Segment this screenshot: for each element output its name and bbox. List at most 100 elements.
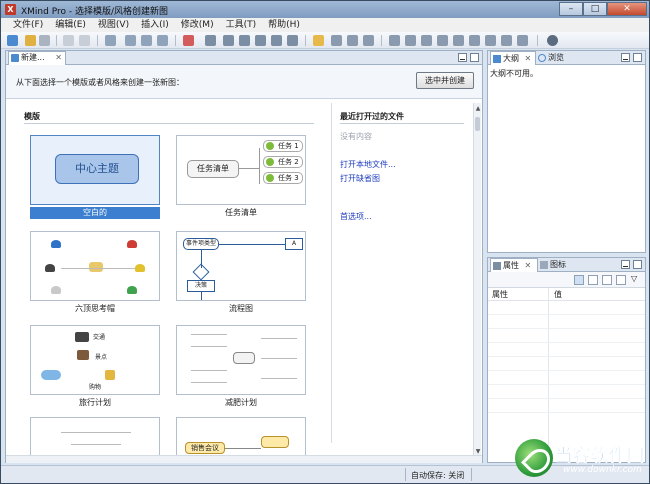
undo-icon[interactable] <box>63 35 74 46</box>
new-icon[interactable] <box>7 35 18 46</box>
maximize-button[interactable]: □ <box>583 2 607 16</box>
sort-icon[interactable] <box>588 275 598 285</box>
template-blank[interactable]: 中心主题 空白的 <box>30 135 160 219</box>
minimize-pane-icon[interactable] <box>621 53 630 62</box>
flow-end-node: A <box>285 238 303 250</box>
tab-icons[interactable]: 图标 <box>538 258 578 272</box>
pencil-icon[interactable] <box>223 35 234 46</box>
close-tab-icon[interactable]: ✕ <box>525 54 532 63</box>
template-project-plan[interactable] <box>30 417 160 455</box>
branch-line <box>71 444 121 445</box>
tab-properties[interactable]: 属性 ✕ <box>490 258 538 272</box>
note-icon[interactable] <box>255 35 266 46</box>
label-icon[interactable] <box>437 35 448 46</box>
menu-edit[interactable]: 编辑(E) <box>49 18 92 32</box>
template-six-thinking-hats[interactable]: 六顶思考帽 <box>30 231 160 315</box>
close-tab-icon[interactable]: ✕ <box>55 52 62 64</box>
preferences-link[interactable]: 首选项... <box>340 211 372 222</box>
drill-down-icon[interactable] <box>469 35 480 46</box>
connector-line <box>225 448 261 449</box>
progress-icon <box>266 158 274 166</box>
template-travel-plan[interactable]: 交通 景点 购物 旅行计划 <box>30 325 160 409</box>
maximize-pane-icon[interactable] <box>633 53 642 62</box>
task-node-label: 任务 3 <box>278 174 299 182</box>
title-bar[interactable]: X XMind Pro - 选择模版/风格创建新图 – □ ✕ <box>1 1 649 18</box>
menu-bar: 文件(F) 编辑(E) 视图(V) 插入(I) 修改(M) 工具(T) 帮助(H… <box>1 18 649 32</box>
hyperlink-icon[interactable] <box>239 35 250 46</box>
marker-icon[interactable] <box>183 35 194 46</box>
template-task-list[interactable]: 任务清单 任务 1 任务 2 任务 3 任务清单 <box>176 135 306 219</box>
minimize-pane-icon[interactable] <box>621 260 630 269</box>
template-flowchart[interactable]: 事件项类型 A 决策 流程图 <box>176 231 306 315</box>
theme-icon[interactable] <box>287 35 298 46</box>
menu-file[interactable]: 文件(F) <box>7 18 49 32</box>
boundary-icon[interactable] <box>157 35 168 46</box>
save-icon[interactable] <box>39 35 50 46</box>
vertical-scrollbar[interactable]: ▲ ▼ <box>473 103 481 458</box>
maximize-pane-icon[interactable] <box>633 260 642 269</box>
toolbar-separator <box>381 35 382 46</box>
template-diet-plan[interactable]: 减肥计划 <box>176 325 306 409</box>
filter-icon[interactable] <box>616 275 626 285</box>
subtopic-icon[interactable] <box>125 35 136 46</box>
outline-pane: 大纲 ✕ 浏览 大纲不可用。 <box>487 50 646 253</box>
tab-new[interactable]: 新建... ✕ <box>8 51 66 65</box>
select-and-create-button[interactable]: 选中并创建 <box>416 72 474 89</box>
summary-icon[interactable] <box>405 35 416 46</box>
view-menu-icon[interactable]: ▽ <box>631 274 637 283</box>
menu-tools[interactable]: 工具(T) <box>220 18 263 32</box>
defaults-icon[interactable] <box>602 275 612 285</box>
lightbulb-icon[interactable] <box>331 35 342 46</box>
open-icon[interactable] <box>25 35 36 46</box>
insert-topic-icon[interactable] <box>105 35 116 46</box>
branch-line <box>261 358 297 359</box>
minimize-pane-icon[interactable] <box>458 53 467 62</box>
properties-pane: 属性 ✕ 图标 ▽ 属性 值 <box>487 257 646 463</box>
style-icon[interactable] <box>271 35 282 46</box>
template-label: 六顶思考帽 <box>75 304 115 313</box>
presentation-icon[interactable] <box>347 35 358 46</box>
horizontal-scrollbar[interactable] <box>6 455 482 463</box>
zoom-icon[interactable] <box>501 35 512 46</box>
properties-icon <box>493 262 501 270</box>
cloud-icon <box>41 370 61 380</box>
relationship-icon[interactable] <box>389 35 400 46</box>
scroll-up-icon[interactable]: ▲ <box>474 105 482 113</box>
menu-modify[interactable]: 修改(M) <box>175 18 220 32</box>
minimize-button[interactable]: – <box>559 2 583 16</box>
export-icon[interactable] <box>517 35 528 46</box>
tab-outline[interactable]: 大纲 ✕ <box>490 51 536 65</box>
template-thumbnail: 交通 景点 购物 <box>30 325 160 395</box>
xmind-app-icon[interactable]: X <box>5 4 16 15</box>
tab-overview[interactable]: 浏览 <box>536 51 576 65</box>
map-icon[interactable] <box>363 35 374 46</box>
callout-icon[interactable] <box>421 35 432 46</box>
template-sales-meeting[interactable]: 销售会议 <box>176 417 306 455</box>
autosave-status[interactable]: 自动保存: 关闭 <box>411 470 464 481</box>
menu-help[interactable]: 帮助(H) <box>262 18 306 32</box>
close-tab-icon[interactable]: ✕ <box>525 261 532 270</box>
redo-icon[interactable] <box>79 35 90 46</box>
menu-view[interactable]: 视图(V) <box>92 18 135 32</box>
open-local-file-link[interactable]: 打开本地文件... <box>340 159 396 170</box>
task-node: 任务 1 <box>263 140 303 152</box>
tab-overview-label: 浏览 <box>548 53 564 62</box>
diet-central-node <box>233 352 255 364</box>
folder-icon[interactable] <box>313 35 324 46</box>
menu-insert[interactable]: 插入(I) <box>135 18 175 32</box>
open-default-map-link[interactable]: 打开缺省图 <box>340 173 380 184</box>
templates-section-title: 模版 <box>24 112 40 121</box>
image-icon[interactable] <box>205 35 216 46</box>
red-hat-icon <box>127 240 137 248</box>
gear-icon[interactable] <box>547 35 558 46</box>
maximize-pane-icon[interactable] <box>470 53 479 62</box>
categories-icon[interactable] <box>574 275 584 285</box>
layout-icon[interactable] <box>453 35 464 46</box>
drill-up-icon[interactable] <box>485 35 496 46</box>
close-button[interactable]: ✕ <box>607 2 647 16</box>
scrollbar-thumb[interactable] <box>475 117 480 131</box>
outline-icon <box>493 55 501 63</box>
central-hat-icon <box>89 262 103 272</box>
floating-topic-icon[interactable] <box>141 35 152 46</box>
column-header-value: 值 <box>554 290 562 299</box>
